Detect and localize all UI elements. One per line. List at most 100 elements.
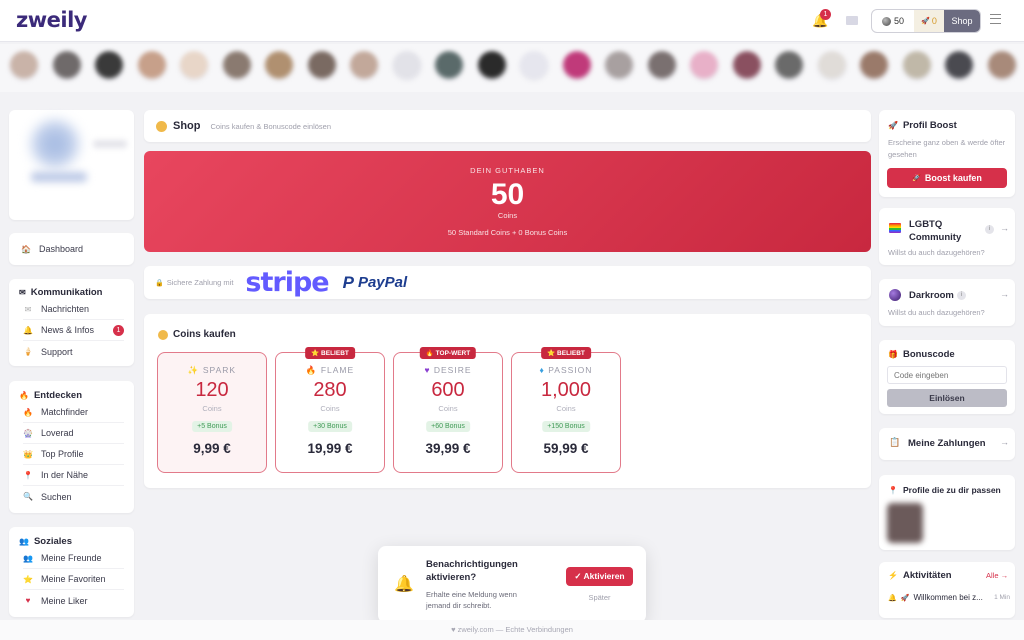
story-avatar[interactable] — [519, 51, 549, 81]
sidebar-item-matchfinder[interactable]: 🔥 Matchfinder — [23, 402, 124, 423]
arrow-right-icon[interactable]: → — [1000, 289, 1009, 299]
activate-button[interactable]: ✓ Aktivieren — [566, 567, 633, 586]
story-avatar[interactable] — [646, 51, 677, 81]
card-description: Willst du auch dazugehören? — [888, 248, 985, 257]
activities-card: ⚡ Aktivitäten Alle → 🔔 🚀 Willkommen bei … — [879, 562, 1015, 618]
package-unit: Coins — [320, 404, 340, 413]
sidebar-item-favoriten[interactable]: ⭐ Meine Favoriten — [23, 569, 124, 590]
darkroom-card[interactable]: Darkroom i → Willst du auch dazugehören? — [879, 279, 1015, 326]
hamburger-menu-icon[interactable] — [990, 14, 1001, 24]
story-avatar[interactable] — [221, 51, 252, 81]
package-price: 19,99 € — [307, 441, 353, 456]
story-avatar[interactable] — [944, 51, 974, 81]
card-title: Bonuscode — [902, 349, 955, 360]
story-avatar[interactable] — [901, 51, 932, 81]
info-icon[interactable]: i — [985, 225, 994, 234]
pin-icon: 📍 — [888, 485, 898, 495]
package-spark[interactable]: ✨ SPARK 120 Coins +5 Bonus 9,99 € — [157, 352, 267, 473]
lgbtq-community-card[interactable]: LGBTQ Community i → Willst du auch dazug… — [879, 208, 1015, 265]
story-avatar[interactable] — [51, 51, 82, 81]
story-avatar[interactable] — [731, 51, 762, 81]
logo[interactable]: zweily — [16, 8, 87, 32]
story-avatar[interactable] — [816, 51, 847, 81]
package-bonus: +150 Bonus — [542, 421, 590, 432]
story-avatar[interactable] — [306, 51, 337, 81]
support-icon: 🍦 — [23, 347, 33, 356]
sidebar-item-dashboard[interactable]: 🏠 Dashboard — [9, 233, 134, 265]
bonuscode-card: 🎁 Bonuscode Einlösen — [879, 340, 1015, 414]
sidebar-item-support[interactable]: 🍦 Support — [23, 341, 124, 362]
package-passion[interactable]: ⭐ BELIEBT ♦ PASSION 1,000 Coins +150 Bon… — [511, 347, 621, 473]
secure-payment-label: Sichere Zahlung mit — [166, 278, 234, 287]
bell-icon: 🔔 — [888, 594, 897, 602]
sidebar-item-liker[interactable]: ♥ Meine Liker — [23, 590, 124, 611]
story-avatar[interactable] — [94, 51, 124, 81]
bonuscode-input[interactable] — [887, 366, 1007, 384]
rocket-icon: 🚀 — [921, 18, 930, 25]
redeem-button[interactable]: Einlösen — [887, 389, 1007, 407]
footer: ♥ zweily.com — Echte Verbindungen — [0, 620, 1024, 640]
profile-name-blurred — [31, 172, 87, 182]
sidebar-item-label: Suchen — [41, 491, 72, 502]
sidebar-item-label: Nachrichten — [41, 304, 90, 314]
package-unit: Coins — [438, 404, 458, 413]
story-avatar[interactable] — [689, 51, 719, 81]
darkroom-icon — [889, 289, 901, 301]
story-avatar[interactable] — [561, 51, 592, 81]
story-avatar[interactable] — [859, 51, 889, 81]
sidebar-item-top-profile[interactable]: 👑 Top Profile — [23, 444, 124, 465]
notification-badge: 1 — [820, 9, 831, 20]
profile-card[interactable] — [9, 110, 134, 220]
notification-prompt: 🔔 Benachrichtigungen aktivieren? Erhalte… — [378, 546, 646, 623]
flame-icon: 🔥 — [19, 390, 29, 400]
package-flame[interactable]: ⭐ BELIEBT 🔥 FLAME 280 Coins +30 Bonus 19… — [275, 347, 385, 473]
wallet-widget[interactable]: 50 🚀 0 Shop — [871, 9, 981, 33]
arrow-right-icon[interactable]: → — [1000, 437, 1009, 447]
sidebar-item-suchen[interactable]: 🔍 Suchen — [23, 486, 124, 507]
arrow-right-icon[interactable]: → — [1000, 223, 1009, 233]
profile-boost-card: 🚀 Profil Boost Erscheine ganz oben & wer… — [879, 110, 1015, 197]
gift-icon: 🎁 — [888, 350, 898, 359]
section-title: Kommunikation — [30, 286, 103, 298]
flag-icon[interactable] — [846, 16, 858, 25]
package-desire[interactable]: 🔥 TOP-WERT ♥ DESIRE 600 Coins +60 Bonus … — [393, 347, 503, 473]
paypal-logo-icon: P — [342, 272, 354, 292]
card-title: LGBTQ Community — [909, 219, 962, 243]
prompt-description: Erhalte eine Meldung wenn jemand dir sch… — [426, 590, 517, 610]
package-amount: 1,000 — [540, 379, 592, 401]
story-avatar[interactable] — [264, 51, 294, 81]
section-kommunikation: ✉ Kommunikation ✉ Nachrichten 🔔 News & I… — [9, 279, 134, 366]
sidebar-item-in-der-naehe[interactable]: 📍 In der Nähe — [23, 465, 124, 486]
story-avatar[interactable] — [179, 51, 209, 81]
story-avatar[interactable] — [774, 51, 804, 81]
coin-balance[interactable]: 50 — [872, 10, 914, 32]
sidebar-item-freunde[interactable]: 👥 Meine Freunde — [23, 548, 124, 569]
matching-profiles-card: 📍 Profile die zu dir passen — [879, 475, 1015, 550]
boost-buy-button[interactable]: 🚀 Boost kaufen — [887, 168, 1007, 188]
info-icon[interactable]: i — [957, 291, 966, 300]
story-avatar[interactable] — [391, 51, 422, 81]
sidebar-item-news[interactable]: 🔔 News & Infos 1 — [23, 320, 124, 341]
story-avatar[interactable] — [434, 51, 464, 81]
story-avatar[interactable] — [9, 51, 39, 81]
bonus-balance[interactable]: 🚀 0 — [914, 10, 944, 32]
package-bonus: +60 Bonus — [426, 421, 470, 432]
story-avatar[interactable] — [349, 51, 379, 81]
story-avatar[interactable] — [986, 51, 1017, 81]
balance-unit: Coins — [497, 211, 518, 220]
package-price: 9,99 € — [193, 441, 231, 456]
profile-thumbnail[interactable] — [887, 503, 923, 543]
story-avatar[interactable] — [604, 51, 634, 81]
activity-time: 1 Min — [994, 594, 1010, 601]
sidebar-item-loverad[interactable]: 🎡 Loverad — [23, 423, 124, 444]
story-avatar[interactable] — [476, 51, 507, 81]
bonus-count: 0 — [931, 16, 937, 26]
sidebar-item-nachrichten[interactable]: ✉ Nachrichten — [23, 299, 124, 320]
purple-heart-icon: ♥ — [424, 365, 431, 375]
story-avatar[interactable] — [136, 51, 167, 81]
activity-item[interactable]: 🔔 🚀 Willkommen bei z... 1 Min — [888, 593, 1010, 602]
later-button[interactable]: Später — [566, 593, 633, 602]
shop-button[interactable]: Shop — [944, 10, 980, 32]
my-payments-card[interactable]: 📋 Meine Zahlungen → — [879, 428, 1015, 460]
see-all-link[interactable]: Alle → — [986, 571, 1008, 580]
